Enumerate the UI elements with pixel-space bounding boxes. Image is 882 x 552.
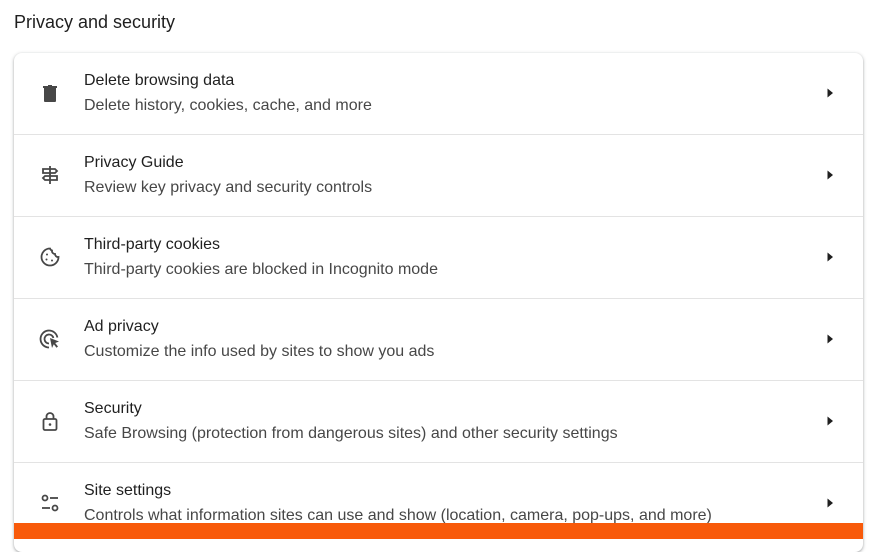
- row-description: Third-party cookies are blocked in Incog…: [84, 261, 438, 278]
- delete-browsing-data-row[interactable]: Delete browsing data Delete history, coo…: [14, 53, 863, 135]
- chevron-right-icon: [823, 414, 837, 428]
- accent-bar: [14, 523, 863, 539]
- row-label: Privacy Guide: [84, 154, 184, 171]
- trash-icon: [38, 81, 62, 105]
- ad-privacy-icon: [38, 327, 62, 351]
- row-label: Third-party cookies: [84, 236, 221, 253]
- row-description: Review key privacy and security controls: [84, 179, 373, 196]
- row-label: Delete browsing data: [84, 72, 235, 89]
- signpost-icon: [38, 163, 62, 187]
- ad-privacy-row[interactable]: Ad privacy Customize the info used by si…: [14, 299, 863, 381]
- row-description: Safe Browsing (protection from dangerous…: [84, 425, 618, 442]
- chevron-right-icon: [823, 332, 837, 346]
- chevron-right-icon: [823, 496, 837, 510]
- row-description: Customize the info used by sites to show…: [84, 343, 435, 360]
- privacy-settings-card: Delete browsing data Delete history, coo…: [14, 53, 863, 552]
- chevron-right-icon: [823, 250, 837, 264]
- cookie-icon: [38, 245, 62, 269]
- third-party-cookies-row[interactable]: Third-party cookies Third-party cookies …: [14, 217, 863, 299]
- security-row[interactable]: Security Safe Browsing (protection from …: [14, 381, 863, 463]
- row-label: Site settings: [84, 482, 172, 499]
- section-title: Privacy and security: [14, 12, 176, 32]
- privacy-guide-row[interactable]: Privacy Guide Review key privacy and sec…: [14, 135, 863, 217]
- chevron-right-icon: [823, 168, 837, 182]
- chevron-right-icon: [823, 86, 837, 100]
- lock-icon: [38, 409, 62, 433]
- row-label: Ad privacy: [84, 318, 159, 335]
- tune-icon: [38, 491, 62, 515]
- row-description: Delete history, cookies, cache, and more: [84, 97, 372, 114]
- row-label: Security: [84, 400, 142, 417]
